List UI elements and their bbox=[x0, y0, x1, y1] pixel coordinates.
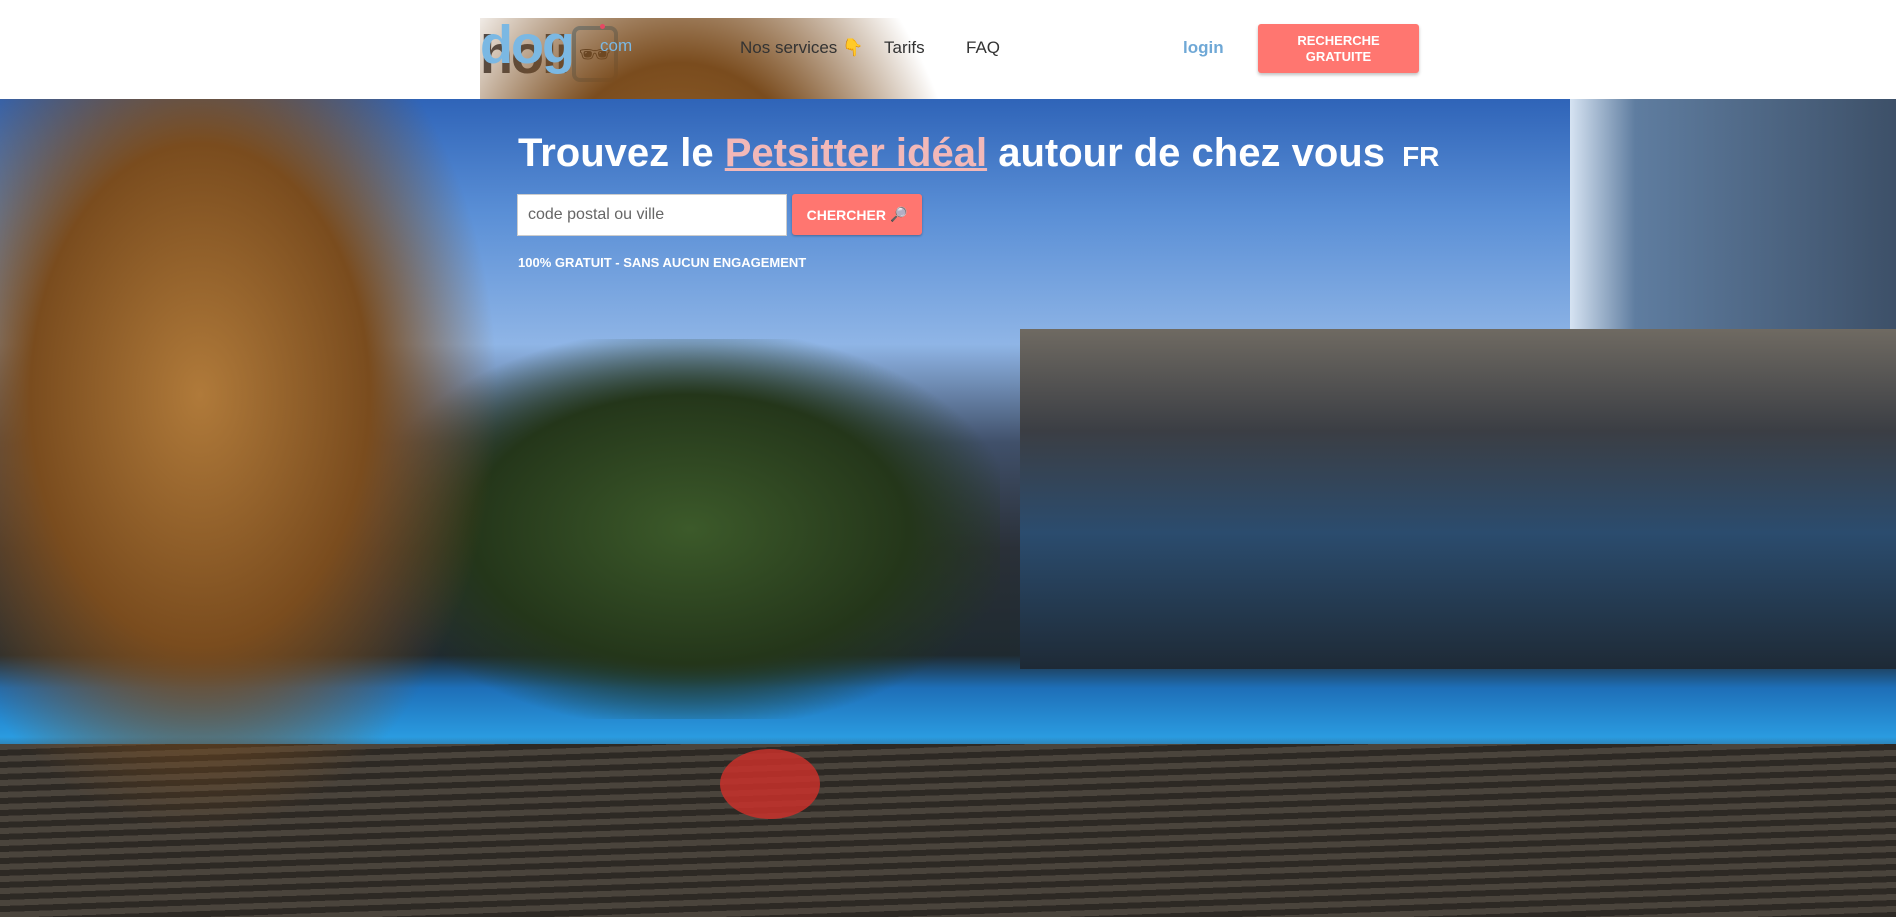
login-link[interactable]: login bbox=[1183, 38, 1224, 58]
hero-background-swimmer bbox=[720, 749, 820, 819]
nav-faq[interactable]: FAQ bbox=[966, 38, 1000, 58]
location-search-input[interactable] bbox=[517, 194, 787, 236]
nav-nos-services[interactable]: Nos services 👇 bbox=[740, 38, 863, 58]
hero-tagline: 100% GRATUIT - SANS AUCUN ENGAGEMENT bbox=[518, 255, 807, 270]
hero-section bbox=[0, 99, 1896, 917]
free-search-button[interactable]: RECHERCHE GRATUITE bbox=[1258, 24, 1419, 73]
search-button[interactable]: CHERCHER 🔎 bbox=[792, 194, 922, 235]
hero-background-dog bbox=[0, 99, 500, 839]
holidog-logo[interactable]: holi dog com 🕶 bbox=[480, 18, 980, 758]
magnifier-icon: 🔎 bbox=[889, 206, 908, 222]
logo-tld: com bbox=[600, 16, 632, 56]
country-code: FR bbox=[1402, 141, 1440, 172]
pointing-down-hand-icon: 👇 bbox=[842, 38, 864, 57]
search-button-label: CHERCHER bbox=[806, 206, 886, 223]
hero-headline: Trouvez le Petsitter idéal autour de che… bbox=[518, 131, 1439, 176]
hero-background-building bbox=[1020, 329, 1896, 669]
headline-highlight: Petsitter idéal bbox=[724, 131, 988, 175]
hero-background-tower bbox=[1570, 99, 1896, 359]
header: holi dog com 🕶 Nos services 👇 Tarifs FAQ… bbox=[0, 0, 1896, 758]
nav-tarifs[interactable]: Tarifs bbox=[884, 38, 925, 58]
headline-post: autour de chez vous bbox=[998, 131, 1385, 175]
headline-pre: Trouvez le bbox=[518, 131, 714, 175]
nav-label: Nos services bbox=[740, 38, 838, 57]
